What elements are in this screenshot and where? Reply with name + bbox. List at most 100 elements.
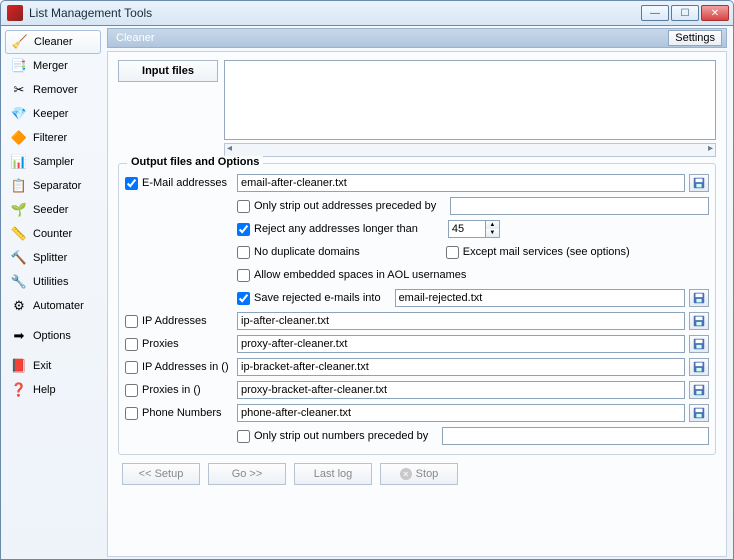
sidebar-item-label: Seeder <box>33 204 68 216</box>
sidebar-item-exit[interactable]: 📕Exit <box>5 354 101 378</box>
save-icon[interactable] <box>689 289 709 307</box>
sidebar-item-merger[interactable]: 📑 Merger <box>5 54 101 78</box>
save-icon[interactable] <box>689 335 709 353</box>
proxies-bracket-label: Proxies in () <box>142 384 201 396</box>
sidebar-item-utilities[interactable]: 🔧 Utilities <box>5 270 101 294</box>
go-button[interactable]: Go >> <box>208 463 286 485</box>
merger-icon: 📑 <box>11 58 27 74</box>
sidebar-item-splitter[interactable]: 🔨Splitter <box>5 246 101 270</box>
utilities-icon: 🔧 <box>11 274 27 290</box>
seeder-icon: 🌱 <box>11 202 27 218</box>
sidebar-item-label: Merger <box>33 60 68 72</box>
group-title: Output files and Options <box>127 156 263 168</box>
strip-numbers-checkbox[interactable] <box>237 430 250 443</box>
strip-numbers-field[interactable] <box>442 427 709 445</box>
save-rejected-label: Save rejected e-mails into <box>254 292 381 304</box>
ip-bracket-checkbox[interactable] <box>125 361 138 374</box>
input-files-button[interactable]: Input files <box>118 60 218 82</box>
email-label: E-Mail addresses <box>142 177 227 189</box>
proxies-field[interactable] <box>237 335 685 353</box>
sidebar-item-keeper[interactable]: 💎 Keeper <box>5 102 101 126</box>
help-icon: ❓ <box>11 382 27 398</box>
reject-longer-label: Reject any addresses longer than <box>254 223 418 235</box>
reject-longer-spinner[interactable]: ▲▼ <box>486 220 500 238</box>
sidebar-item-label: Separator <box>33 180 81 192</box>
sidebar-item-label: Keeper <box>33 108 68 120</box>
sidebar-item-label: Utilities <box>33 276 68 288</box>
sidebar-item-label: Help <box>33 384 56 396</box>
separator-icon: 📋 <box>11 178 27 194</box>
sidebar-item-options[interactable]: ➡Options <box>5 324 101 348</box>
sidebar-item-counter[interactable]: 📏 Counter <box>5 222 101 246</box>
remover-icon: ✂ <box>11 82 27 98</box>
sidebar-item-separator[interactable]: 📋 Separator <box>5 174 101 198</box>
reject-longer-value[interactable] <box>448 220 486 238</box>
email-output-field[interactable] <box>237 174 685 192</box>
lastlog-button[interactable]: Last log <box>294 463 372 485</box>
setup-button[interactable]: << Setup <box>122 463 200 485</box>
save-rejected-checkbox[interactable] <box>237 292 250 305</box>
app-icon <box>7 5 23 21</box>
stop-button[interactable]: ✕Stop <box>380 463 458 485</box>
input-files-hscroll[interactable] <box>224 143 716 157</box>
proxies-bracket-field[interactable] <box>237 381 685 399</box>
ip-checkbox[interactable] <box>125 315 138 328</box>
counter-icon: 📏 <box>11 226 27 242</box>
save-icon[interactable] <box>689 358 709 376</box>
sidebar-item-label: Filterer <box>33 132 67 144</box>
no-dup-checkbox[interactable] <box>237 246 250 259</box>
strip-preceded-label: Only strip out addresses preceded by <box>254 200 436 212</box>
sidebar-item-label: Automater <box>33 300 84 312</box>
titlebar: List Management Tools — ☐ ✕ <box>0 0 734 26</box>
allow-aol-label: Allow embedded spaces in AOL usernames <box>254 269 466 281</box>
exit-icon: 📕 <box>11 358 27 374</box>
save-rejected-field[interactable] <box>395 289 685 307</box>
sidebar-item-label: Sampler <box>33 156 74 168</box>
sidebar-item-sampler[interactable]: 📊 Sampler <box>5 150 101 174</box>
sidebar-item-remover[interactable]: ✂ Remover <box>5 78 101 102</box>
settings-button[interactable]: Settings <box>668 30 722 46</box>
input-files-text[interactable] <box>224 60 716 140</box>
minimize-button[interactable]: — <box>641 5 669 21</box>
sidebar-item-label: Options <box>33 330 71 342</box>
except-mail-checkbox[interactable] <box>446 246 459 259</box>
keeper-icon: 💎 <box>11 106 27 122</box>
except-mail-label: Except mail services (see options) <box>463 246 630 258</box>
strip-numbers-label: Only strip out numbers preceded by <box>254 430 428 442</box>
ip-bracket-field[interactable] <box>237 358 685 376</box>
close-button[interactable]: ✕ <box>701 5 729 21</box>
maximize-button[interactable]: ☐ <box>671 5 699 21</box>
sidebar-item-label: Counter <box>33 228 72 240</box>
sidebar-item-automater[interactable]: ⚙Automater <box>5 294 101 318</box>
phone-label: Phone Numbers <box>142 407 222 419</box>
proxies-bracket-checkbox[interactable] <box>125 384 138 397</box>
sidebar-item-filterer[interactable]: 🔶 Filterer <box>5 126 101 150</box>
save-icon[interactable] <box>689 312 709 330</box>
bottom-bar: << Setup Go >> Last log ✕Stop <box>118 455 716 491</box>
sidebar-item-seeder[interactable]: 🌱 Seeder <box>5 198 101 222</box>
strip-preceded-checkbox[interactable] <box>237 200 250 213</box>
email-checkbox[interactable] <box>125 177 138 190</box>
ip-bracket-label: IP Addresses in () <box>142 361 229 373</box>
ip-field[interactable] <box>237 312 685 330</box>
sampler-icon: 📊 <box>11 154 27 170</box>
save-icon[interactable] <box>689 404 709 422</box>
stop-icon: ✕ <box>400 468 412 480</box>
filterer-icon: 🔶 <box>11 130 27 146</box>
allow-aol-checkbox[interactable] <box>237 269 250 282</box>
phone-checkbox[interactable] <box>125 407 138 420</box>
sidebar-item-help[interactable]: ❓ Help <box>5 378 101 402</box>
save-icon[interactable] <box>689 174 709 192</box>
reject-longer-checkbox[interactable] <box>237 223 250 236</box>
sidebar-item-label: Cleaner <box>34 36 73 48</box>
sidebar-item-cleaner[interactable]: 🧹 Cleaner <box>5 30 101 54</box>
sidebar-item-label: Remover <box>33 84 78 96</box>
save-icon[interactable] <box>689 381 709 399</box>
window-title: List Management Tools <box>29 6 641 20</box>
cleaner-icon: 🧹 <box>12 34 28 50</box>
strip-preceded-field[interactable] <box>450 197 709 215</box>
phone-field[interactable] <box>237 404 685 422</box>
sidebar-item-label: Splitter <box>33 252 67 264</box>
panel-title: Cleaner <box>116 32 155 44</box>
proxies-checkbox[interactable] <box>125 338 138 351</box>
